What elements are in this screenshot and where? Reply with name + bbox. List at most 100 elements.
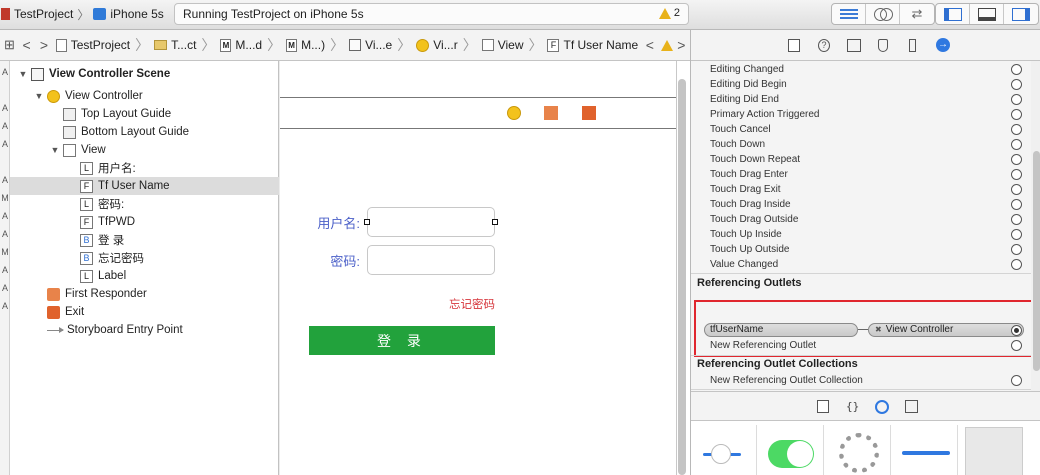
utilities-toggle-button[interactable] xyxy=(1004,4,1038,24)
scene-border xyxy=(676,61,677,475)
connect-circle[interactable] xyxy=(1011,199,1022,210)
outline-item-exit[interactable]: Exit xyxy=(10,303,279,321)
jump-item-group[interactable]: T...ct xyxy=(151,38,199,52)
username-label[interactable]: 用户名: xyxy=(310,213,360,232)
event-label: Touch Drag Exit xyxy=(710,184,781,195)
debug-area-toggle-button[interactable] xyxy=(970,4,1004,24)
library-item-activity-indicator[interactable] xyxy=(825,425,891,475)
entry-point-arrow-icon xyxy=(47,326,64,333)
connect-circle[interactable] xyxy=(1011,184,1022,195)
outline-item-forgot-button[interactable]: B 忘记密码 xyxy=(10,249,279,267)
outline-item-label-password[interactable]: L 密码: xyxy=(10,195,279,213)
outline-item-bottom-layout-guide[interactable]: Bottom Layout Guide xyxy=(10,123,279,141)
slider-knob xyxy=(711,444,731,464)
resize-handle[interactable] xyxy=(492,219,498,225)
file-template-library-icon[interactable] xyxy=(817,400,829,413)
outline-item-view-controller[interactable]: ▼ View Controller xyxy=(10,87,279,105)
layout-guide-icon xyxy=(63,107,76,121)
username-text-field[interactable] xyxy=(364,207,498,237)
canvas-scrollbar[interactable] xyxy=(678,79,686,475)
jump-item-view-controller[interactable]: Vi...r xyxy=(413,38,460,52)
navigator-toggle-button[interactable] xyxy=(936,4,970,24)
related-items-button[interactable]: ⊞ xyxy=(0,37,18,53)
code-snippet-library-icon[interactable]: {} xyxy=(846,400,859,413)
quick-help-icon[interactable]: ? xyxy=(818,39,830,52)
inspector-scrollbar[interactable] xyxy=(1031,61,1040,391)
standard-editor-button[interactable] xyxy=(832,4,866,24)
media-library-icon[interactable] xyxy=(905,400,918,413)
outline-item-scene[interactable]: ▼ View Controller Scene xyxy=(10,65,279,83)
first-responder-icon[interactable] xyxy=(544,106,558,120)
jump-item-storyboard[interactable]: M M...d xyxy=(217,38,265,52)
connect-circle[interactable] xyxy=(1011,109,1022,120)
disclosure-triangle-icon[interactable]: ▼ xyxy=(18,69,28,79)
warning-indicator[interactable]: 2 xyxy=(658,7,680,19)
chevron-right-icon: 〉 xyxy=(462,37,477,53)
scroll-thumb[interactable] xyxy=(678,79,686,475)
scheme-selector[interactable]: TestProject 〉 iPhone 5s xyxy=(0,5,164,23)
scroll-thumb[interactable] xyxy=(1033,151,1040,371)
next-issue-button[interactable]: > xyxy=(673,37,690,53)
exit-icon[interactable] xyxy=(582,106,596,120)
outline-item-first-responder[interactable]: First Responder xyxy=(10,285,279,303)
connect-circle[interactable] xyxy=(1011,214,1022,225)
outline-item-top-layout-guide[interactable]: Top Layout Guide xyxy=(10,105,279,123)
disclosure-triangle-icon[interactable]: ▼ xyxy=(34,91,44,101)
jump-item-storyboard-base[interactable]: M M...) xyxy=(283,38,328,52)
jump-item-view[interactable]: View xyxy=(479,38,527,52)
jump-item-text-field[interactable]: F Tf User Name xyxy=(544,38,641,52)
connect-circle[interactable] xyxy=(1011,139,1022,150)
event-label: Value Changed xyxy=(710,259,779,270)
outline-item-view[interactable]: ▼ View xyxy=(10,141,279,159)
object-library xyxy=(691,421,1040,475)
library-item-slider[interactable] xyxy=(691,425,757,475)
outline-item-label: 密码: xyxy=(98,199,125,211)
size-inspector-icon[interactable] xyxy=(909,39,916,52)
file-inspector-icon[interactable] xyxy=(788,39,800,52)
jump-item-scene[interactable]: Vi...e xyxy=(346,38,395,52)
version-editor-button[interactable]: ⇄ xyxy=(900,4,934,24)
connect-circle[interactable] xyxy=(1011,229,1022,240)
connections-inspector-icon[interactable]: → xyxy=(936,38,950,52)
outline-item-label-username[interactable]: L 用户名: xyxy=(10,159,279,177)
connect-circle[interactable] xyxy=(1011,154,1022,165)
disclosure-triangle-icon[interactable]: ▼ xyxy=(50,145,60,155)
identity-inspector-icon[interactable] xyxy=(847,39,861,52)
outline-item-login-button[interactable]: B 登 录 xyxy=(10,231,279,249)
connect-circle[interactable] xyxy=(1011,169,1022,180)
outline-item-tf-pwd[interactable]: F TfPWD xyxy=(10,213,279,231)
back-button[interactable]: < xyxy=(18,37,35,53)
connect-circle[interactable] xyxy=(1011,259,1022,270)
warning-icon[interactable] xyxy=(660,39,673,51)
library-item-progress-view[interactable] xyxy=(892,425,958,475)
outline-item-label: 登 录 xyxy=(98,235,125,247)
resize-handle[interactable] xyxy=(364,219,370,225)
forgot-password-button[interactable]: 忘记密码 xyxy=(430,296,495,312)
view-controller-icon[interactable] xyxy=(507,106,521,120)
assistant-editor-button[interactable] xyxy=(866,4,900,24)
login-button[interactable]: 登 录 xyxy=(309,326,495,355)
connect-circle[interactable] xyxy=(1011,79,1022,90)
password-text-field[interactable] xyxy=(367,245,495,275)
connect-circle[interactable] xyxy=(1011,124,1022,135)
connect-circle[interactable] xyxy=(1011,244,1022,255)
library-item-switch[interactable] xyxy=(758,425,824,475)
navigator-panel-icon xyxy=(943,7,962,21)
previous-issue-button[interactable]: < xyxy=(641,37,658,53)
outline-item-entry-point[interactable]: Storyboard Entry Point xyxy=(10,321,279,339)
library-item-page-control[interactable] xyxy=(959,425,1025,475)
jump-item-label: M...d xyxy=(235,38,263,52)
password-label[interactable]: 密码: xyxy=(310,251,360,270)
outline-item-label: View Controller xyxy=(65,90,143,102)
object-library-icon[interactable] xyxy=(875,400,889,414)
connect-circle[interactable] xyxy=(1011,64,1022,75)
forward-button[interactable]: > xyxy=(35,37,52,53)
toolbar: TestProject 〉 iPhone 5s Running TestProj… xyxy=(0,0,1040,30)
storyboard-canvas[interactable]: 用户名: 密码: 忘记密码 登 录 xyxy=(280,61,690,475)
connect-circle[interactable] xyxy=(1011,375,1022,386)
connect-circle[interactable] xyxy=(1011,94,1022,105)
outline-item-tf-user-name[interactable]: F Tf User Name xyxy=(10,177,279,195)
outline-item-label[interactable]: L Label xyxy=(10,267,279,285)
attributes-inspector-icon[interactable] xyxy=(878,39,888,52)
jump-item-project[interactable]: TestProject xyxy=(53,38,133,52)
